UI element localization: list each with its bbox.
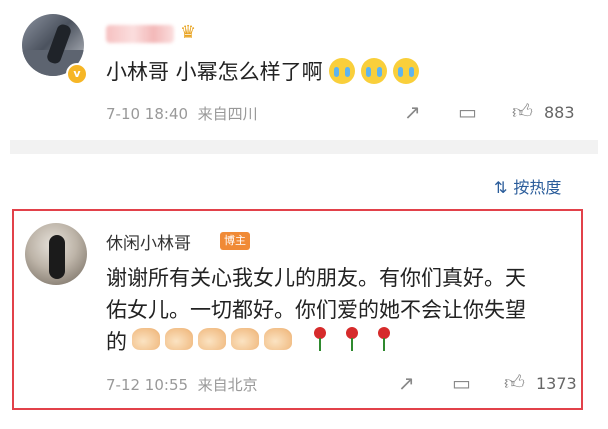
palms-together-icon [264,328,292,350]
reply-location: 来自北京 [197,376,258,394]
like-count: 1373 [536,374,577,393]
blogger-avatar[interactable] [25,223,87,285]
comment-meta: 7-10 18:40 来自四川 [106,103,258,124]
rose-icon [343,327,361,351]
comment-location: 来自四川 [197,105,258,123]
like-icon[interactable]: 👍︎ [504,371,525,393]
palms-together-icon [165,328,193,350]
palms-together-icon [231,328,259,350]
sort-by-hot-button[interactable]: ⇅ 按热度 [494,174,561,198]
crying-face-icon [392,58,419,84]
reply-emoji-row [132,327,393,351]
reply-meta: 7-12 10:55 来自北京 [106,374,258,395]
sort-label: 按热度 [513,178,562,197]
reply-text-line-1: 谢谢所有关心我女儿的朋友。有你们真好。天 [106,266,526,290]
crown-icon: ♛ [180,22,197,43]
like-icon[interactable]: 👍︎ [512,100,533,122]
share-icon[interactable]: ↗ [404,101,421,123]
comment-text-content: 小林哥 小幂怎么样了啊 [106,60,323,84]
verified-badge-icon: v [66,63,88,85]
blurred-username[interactable] [106,25,174,43]
comment-icon[interactable]: ▭ [452,372,471,394]
sort-icon: ⇅ [494,178,508,197]
crying-face-icon [328,58,355,84]
comment-text: 小林哥 小幂怎么样了啊 [106,56,419,86]
comment-time: 7-10 18:40 [106,105,189,123]
reply-text-line-3: 的 [106,330,127,354]
blogger-name[interactable]: 休闲小林哥 [106,229,191,254]
rose-icon [375,327,393,351]
like-count: 883 [544,103,575,122]
blogger-badge: 博主 [220,232,250,250]
comment-icon[interactable]: ▭ [458,101,477,123]
reply-time: 7-12 10:55 [106,376,189,394]
reply-text-line-2: 佑女儿。一切都好。你们爱的她不会让你失望 [106,298,526,322]
crying-face-icon [360,58,387,84]
section-divider [10,140,598,154]
palms-together-icon [198,328,226,350]
share-icon[interactable]: ↗ [398,372,415,394]
palms-together-icon [132,328,160,350]
rose-icon [311,327,329,351]
